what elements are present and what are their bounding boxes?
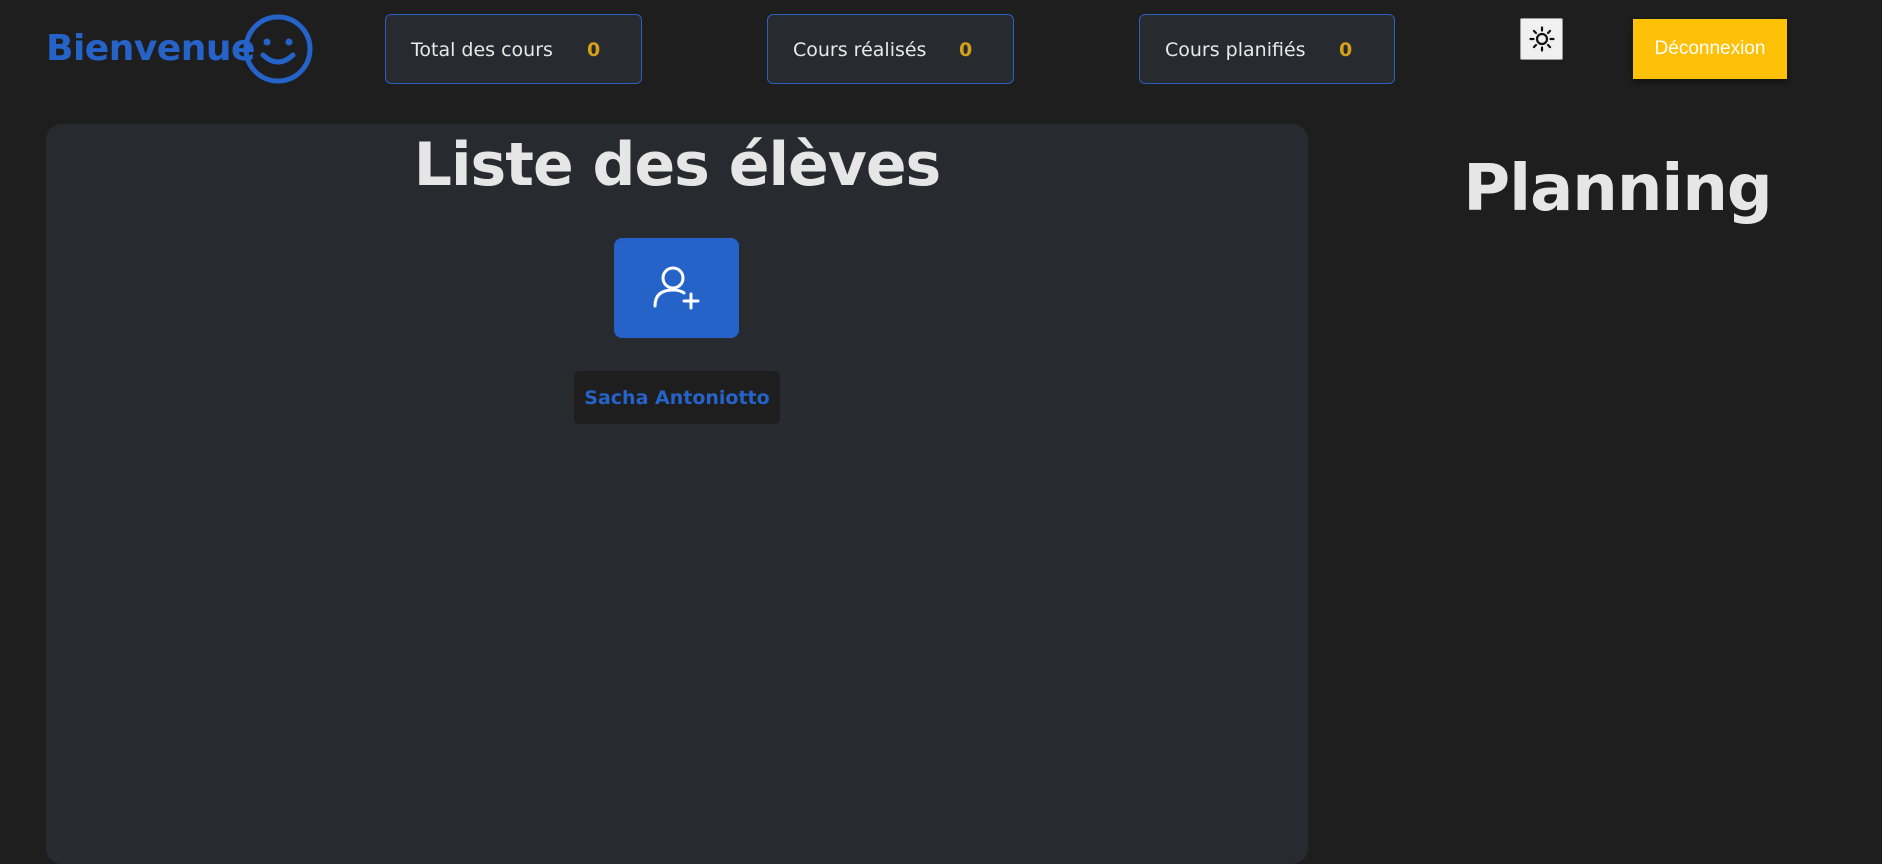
stat-total-courses: Total des cours 0 xyxy=(385,14,642,84)
logout-button[interactable]: Déconnexion xyxy=(1633,19,1787,79)
sun-icon xyxy=(1528,26,1555,52)
add-user-icon xyxy=(653,266,699,310)
stat-completed-courses: Cours réalisés 0 xyxy=(767,14,1014,84)
student-list-item[interactable]: Sacha Antoniotto xyxy=(574,371,780,424)
stat-label: Cours planifiés xyxy=(1165,39,1306,61)
stat-label: Cours réalisés xyxy=(793,39,927,61)
planning-title: Planning xyxy=(1463,152,1772,226)
stat-value: 0 xyxy=(959,39,973,61)
stat-label: Total des cours xyxy=(411,39,553,61)
stat-value: 0 xyxy=(1339,39,1353,61)
stat-value: 0 xyxy=(587,39,601,61)
welcome-title: Bienvenue xyxy=(46,28,255,69)
smiley-icon xyxy=(243,14,313,84)
top-bar: Bienvenue Total des cours 0 Cours réalis… xyxy=(0,0,1882,110)
stat-planned-courses: Cours planifiés 0 xyxy=(1139,14,1395,84)
theme-toggle-button[interactable] xyxy=(1520,18,1563,60)
add-student-button[interactable] xyxy=(614,238,739,338)
students-panel: Liste des élèves Sacha Antoniotto xyxy=(46,124,1308,864)
students-title: Liste des élèves xyxy=(413,130,942,200)
